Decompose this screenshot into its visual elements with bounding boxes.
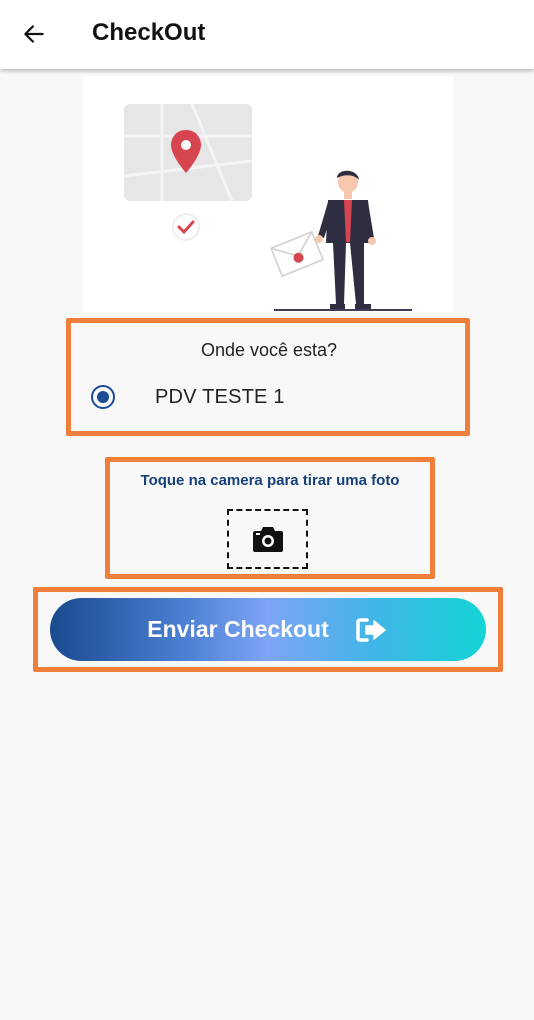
camera-hint: Toque na camera para tirar uma foto: [140, 472, 400, 489]
camera-icon: [252, 527, 283, 552]
location-checkin-illustration: [82, 76, 453, 312]
arrow-left-icon: [24, 25, 44, 43]
location-option[interactable]: PDV TESTE 1: [84, 374, 454, 420]
send-checkout-label: Enviar Checkout: [147, 616, 329, 642]
location-option-label: PDV TESTE 1: [155, 385, 285, 408]
app-bar: CheckOut: [0, 0, 534, 69]
page-title: CheckOut: [92, 19, 206, 46]
location-question: Onde você esta?: [200, 340, 338, 360]
camera-button[interactable]: [227, 509, 308, 569]
radio-button[interactable]: [91, 385, 115, 409]
back-button[interactable]: [14, 14, 54, 54]
radio-selected-dot: [97, 391, 109, 403]
sign-out-icon: [356, 617, 386, 642]
send-checkout-button[interactable]: Enviar Checkout: [50, 598, 486, 661]
